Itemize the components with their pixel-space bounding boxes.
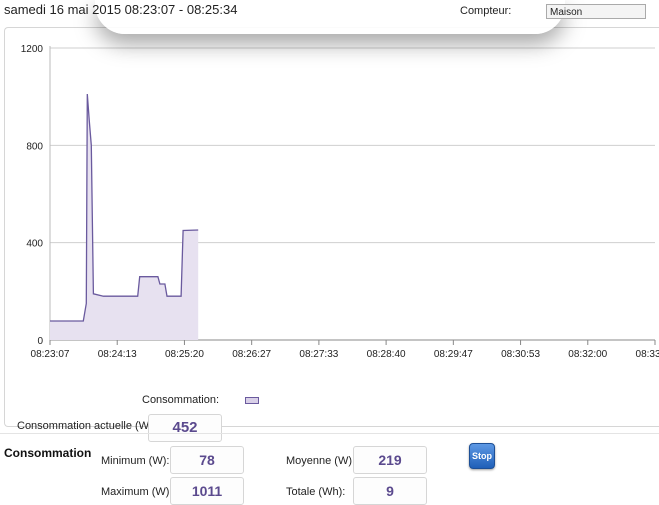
series-area-0	[50, 94, 199, 340]
chart-panel: 0 400 800 1200 08:23:07 08:24:13 08:25:20 08:26…	[4, 27, 659, 442]
stop-button[interactable]: Stop	[469, 443, 495, 469]
current-consumption-value: 452	[148, 414, 222, 442]
y-tick-label-400: 400	[26, 239, 43, 250]
x-tick-label-9: 08:33:07	[636, 349, 659, 360]
current-consumption-label: Consommation actuelle (W):	[17, 420, 156, 432]
x-tick-label-6: 08:29:47	[434, 349, 473, 360]
section-divider	[0, 433, 659, 434]
series-line-0	[50, 93, 199, 322]
legend-swatch	[245, 396, 260, 404]
total-label: Totale (Wh):	[286, 486, 346, 498]
counter-label: Compteur:	[460, 5, 512, 17]
date-range-title: samedi 16 mai 2015 08:23:07 - 08:25:34	[4, 2, 238, 17]
counter-select[interactable]: Maison	[546, 4, 646, 19]
x-tick-label-7: 08:30:53	[501, 349, 540, 360]
x-tick-label-2: 08:25:20	[165, 349, 204, 360]
total-value: 9	[353, 477, 427, 505]
x-tick-label-4: 08:27:33	[299, 349, 338, 360]
minimum-value: 78	[170, 446, 244, 474]
x-tick-label-0: 08:23:07	[31, 349, 70, 360]
average-value: 219	[353, 446, 427, 474]
y-tick-label-1200: 1200	[21, 44, 44, 55]
x-tick-label-8: 08:32:00	[568, 349, 607, 360]
x-tick-label-1: 08:24:13	[98, 349, 137, 360]
consumption-chart: 0 400 800 1200 08:23:07 08:24:13 08:25:20 08:26…	[21, 44, 659, 360]
legend-label: Consommation:	[142, 394, 220, 406]
consumption-section-title: Consommation	[4, 446, 92, 460]
average-label: Moyenne (W):	[286, 455, 356, 467]
y-tick-label-0: 0	[37, 336, 43, 347]
x-tick-label-3: 08:26:27	[232, 349, 271, 360]
x-tick-label-5: 08:28:40	[367, 349, 406, 360]
maximum-value: 1011	[170, 477, 244, 505]
minimum-label: Minimum (W):	[101, 455, 170, 467]
y-tick-label-800: 800	[26, 141, 43, 152]
maximum-label: Maximum (W):	[101, 486, 173, 498]
chart-legend: Consommation:	[142, 394, 260, 406]
